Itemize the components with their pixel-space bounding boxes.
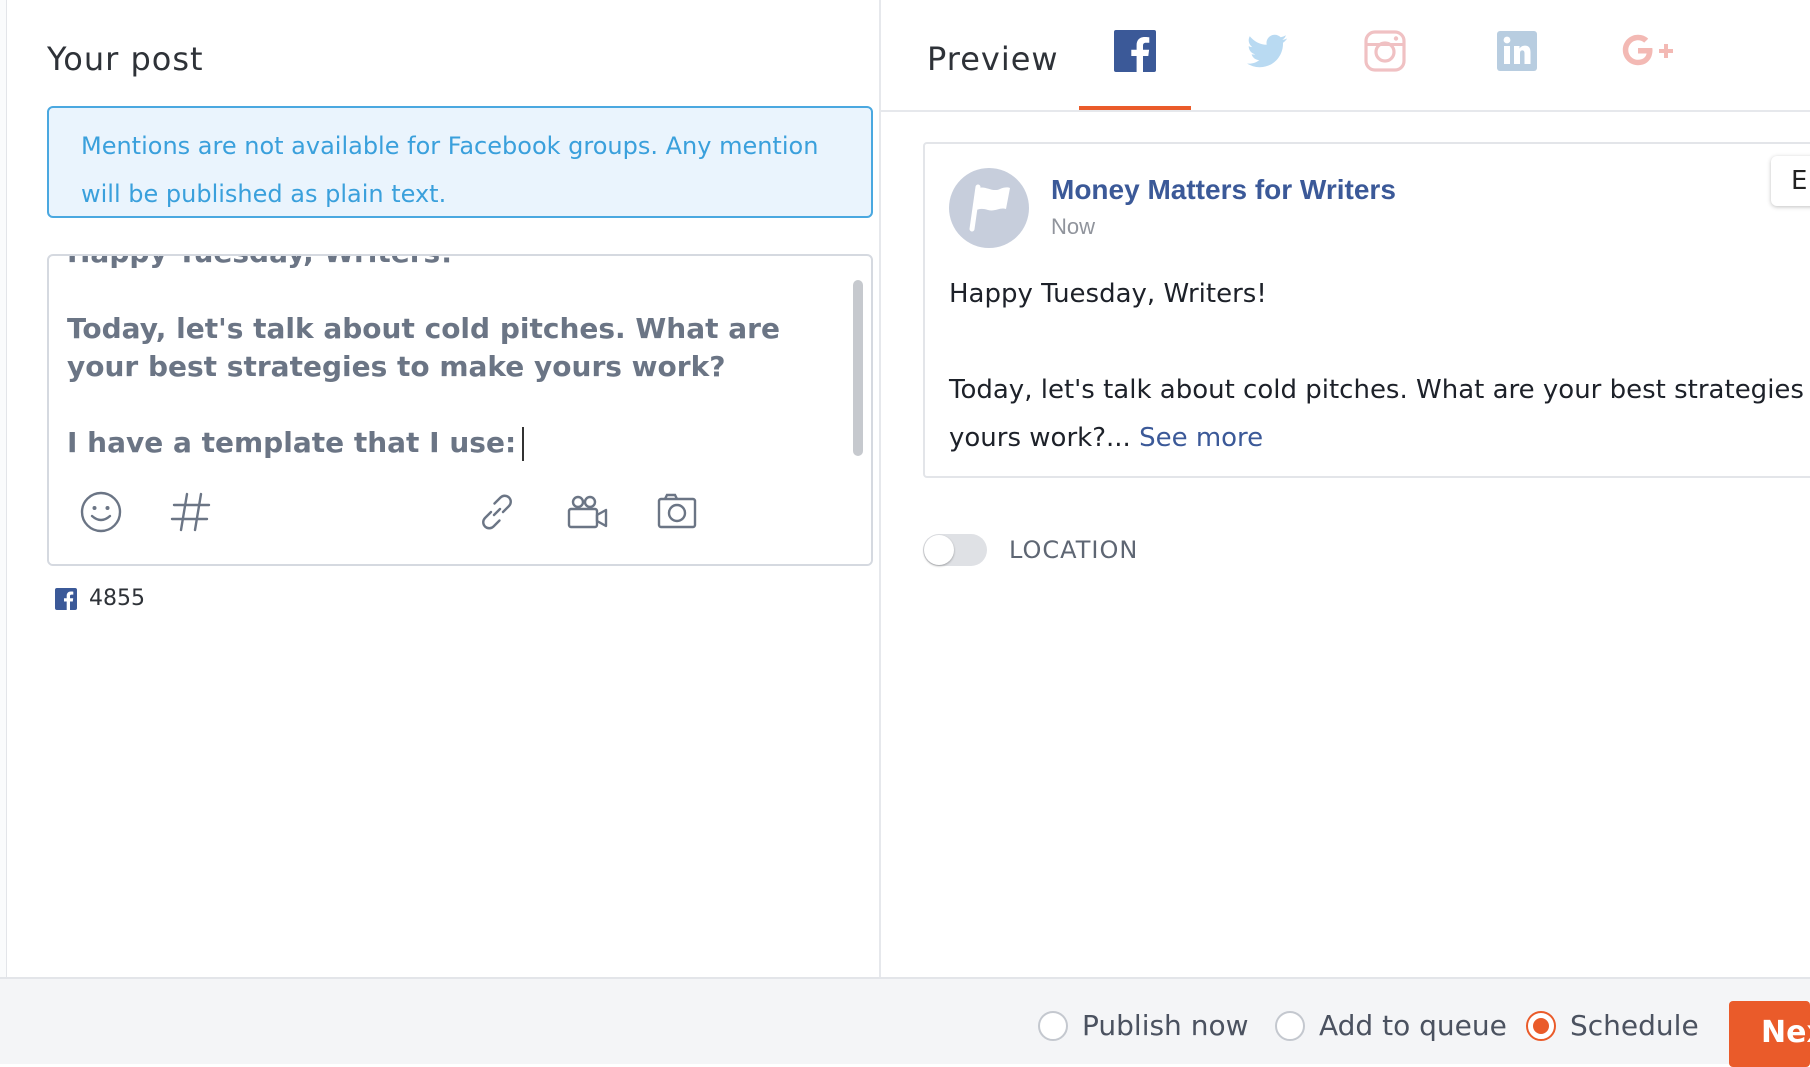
add-to-queue-radio[interactable] bbox=[1275, 1010, 1305, 1041]
link-button[interactable] bbox=[473, 488, 521, 536]
facebook-post-preview: Money Matters for Writers Now Happy Tues… bbox=[923, 142, 1810, 478]
toggle-knob bbox=[924, 535, 954, 565]
tab-twitter[interactable] bbox=[1211, 28, 1323, 110]
tab-facebook[interactable] bbox=[1079, 28, 1191, 110]
post-text[interactable]: Happy Tuesday, Writers! Today, let's tal… bbox=[67, 256, 827, 462]
link-icon bbox=[482, 494, 512, 530]
location-label: LOCATION bbox=[1009, 536, 1139, 564]
google-plus-icon bbox=[1622, 34, 1673, 66]
next-button[interactable]: Nex bbox=[1729, 1001, 1810, 1067]
tab-instagram[interactable] bbox=[1329, 28, 1441, 110]
text-cursor bbox=[522, 427, 525, 461]
hashtag-button[interactable] bbox=[167, 488, 215, 536]
see-more-link[interactable]: See more bbox=[1139, 423, 1263, 453]
left-edge-strip bbox=[0, 0, 7, 977]
character-count-row: 4855 bbox=[55, 586, 145, 611]
location-row: LOCATION bbox=[923, 534, 1138, 566]
camera-icon bbox=[657, 493, 697, 529]
mentions-notice: Mentions are not available for Facebook … bbox=[47, 106, 873, 218]
publish-now-option[interactable]: Publish now bbox=[1038, 1009, 1248, 1042]
character-count: 4855 bbox=[89, 586, 145, 611]
instagram-icon bbox=[1364, 30, 1406, 72]
editor-scrollbar[interactable] bbox=[853, 280, 863, 456]
page-name[interactable]: Money Matters for Writers bbox=[1051, 174, 1396, 206]
add-to-queue-option[interactable]: Add to queue bbox=[1275, 1009, 1507, 1042]
schedule-radio[interactable] bbox=[1526, 1010, 1556, 1041]
post-editor[interactable]: Happy Tuesday, Writers! Today, let's tal… bbox=[47, 254, 873, 566]
preview-header: Preview bbox=[881, 0, 1810, 112]
preview-pane: Preview Money Matters for Writers Now Ha… bbox=[881, 0, 1810, 977]
post-line-3: yours work?... See more bbox=[949, 423, 1264, 453]
video-button[interactable] bbox=[563, 488, 611, 536]
tab-linkedin[interactable] bbox=[1461, 28, 1573, 110]
photo-button[interactable] bbox=[653, 488, 701, 536]
publish-now-radio[interactable] bbox=[1038, 1010, 1068, 1041]
footer-bar: Publish now Add to queue Schedule Nex bbox=[0, 977, 1810, 1067]
location-toggle[interactable] bbox=[923, 534, 987, 566]
video-icon bbox=[567, 495, 608, 529]
emoji-button[interactable] bbox=[77, 488, 125, 536]
composer-title: Your post bbox=[47, 40, 204, 78]
facebook-icon bbox=[55, 587, 77, 610]
post-text-content: Happy Tuesday, Writers! Today, let's tal… bbox=[67, 256, 780, 459]
add-to-queue-label: Add to queue bbox=[1319, 1009, 1507, 1042]
facebook-icon bbox=[1114, 30, 1156, 72]
post-line-1: Happy Tuesday, Writers! bbox=[949, 279, 1267, 309]
preview-title: Preview bbox=[927, 40, 1059, 78]
post-timestamp: Now bbox=[1051, 214, 1096, 239]
schedule-label: Schedule bbox=[1570, 1009, 1699, 1042]
tab-google-plus[interactable] bbox=[1593, 28, 1705, 110]
flag-icon bbox=[969, 184, 1010, 232]
composer-pane: Your post Mentions are not available for… bbox=[7, 0, 879, 977]
post-line-2: Today, let's talk about cold pitches. Wh… bbox=[949, 375, 1810, 405]
schedule-option[interactable]: Schedule bbox=[1526, 1009, 1699, 1042]
hashtag-icon bbox=[170, 492, 211, 532]
editor-toolbar bbox=[49, 468, 871, 564]
twitter-icon bbox=[1247, 34, 1288, 68]
linkedin-icon bbox=[1497, 31, 1537, 71]
publish-now-label: Publish now bbox=[1082, 1009, 1249, 1042]
edge-button[interactable]: E bbox=[1771, 156, 1810, 206]
emoji-icon bbox=[80, 491, 122, 533]
post-body: Happy Tuesday, Writers! Today, let's tal… bbox=[949, 270, 1810, 462]
avatar bbox=[949, 168, 1029, 248]
